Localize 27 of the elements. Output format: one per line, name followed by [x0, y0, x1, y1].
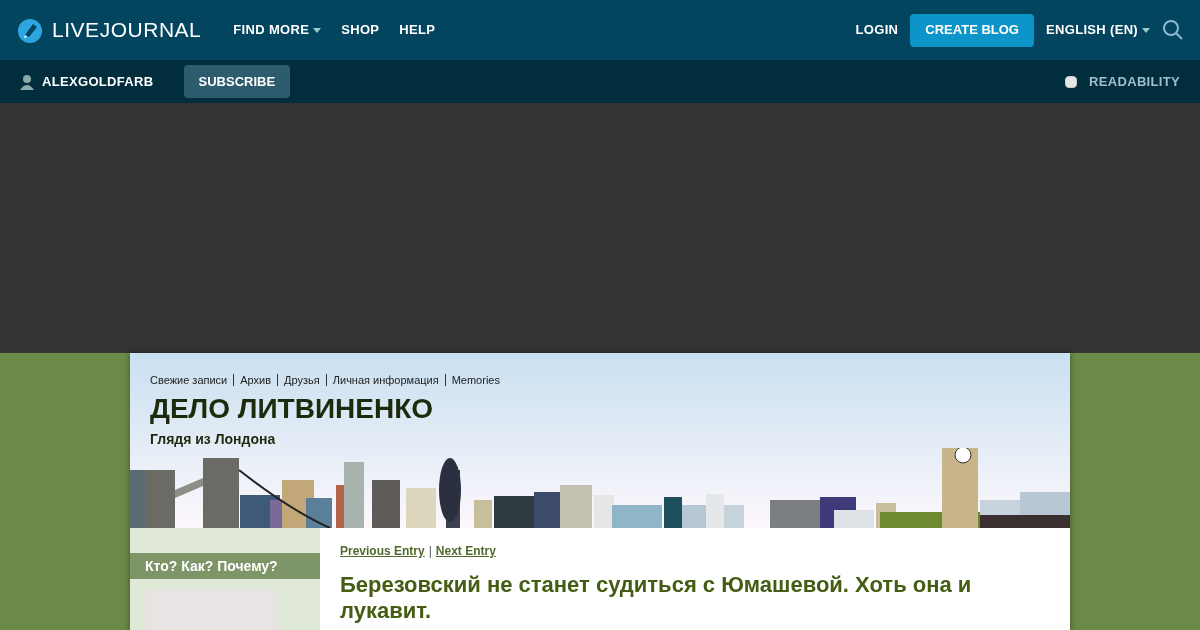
sidebar-heading: Кто? Как? Почему? [130, 553, 320, 579]
journal-nav-link[interactable]: Друзья [284, 372, 320, 389]
login-link[interactable]: LOGIN [855, 20, 899, 40]
caret-icon [1142, 27, 1150, 33]
nav-link[interactable]: SHOP [341, 20, 380, 40]
next-entry-link[interactable]: Next Entry [435, 542, 496, 560]
entry-title: Березовский не станет судиться с Юмашевой. Хоть она и лукавит. [340, 572, 973, 624]
user-icon [20, 73, 34, 90]
logo-icon[interactable] [16, 16, 44, 44]
journal-nav-link[interactable]: Архив [240, 372, 272, 389]
readability-checkbox[interactable] [1065, 75, 1078, 88]
caret-icon [313, 27, 322, 33]
previous-entry-link[interactable]: Previous Entry [340, 542, 425, 560]
search-icon[interactable] [1162, 19, 1184, 41]
link-separator: | [428, 543, 432, 560]
journal-nav-link[interactable]: Memories [451, 372, 500, 389]
readability-label[interactable]: READABILITY [1089, 71, 1180, 92]
username-link[interactable]: ALEXGOLDFARB [42, 71, 154, 92]
journal-nav-link[interactable]: Личная информация [332, 372, 439, 389]
journal-title: ДЕЛО ЛИТВИНЕНКО [150, 391, 435, 426]
language-dropdown[interactable]: ENGLISH (EN) [1046, 20, 1150, 40]
subscribe-button[interactable]: SUBSCRIBE [183, 65, 291, 98]
nav-link[interactable]: FIND MORE [233, 20, 322, 40]
logo-text[interactable]: LIVEJOURNAL [52, 14, 202, 46]
journal-nav-link[interactable]: Свежие записи [150, 372, 228, 389]
nav-link[interactable]: HELP [399, 20, 436, 40]
journal-subtitle: Глядя из Лондона [150, 429, 277, 449]
